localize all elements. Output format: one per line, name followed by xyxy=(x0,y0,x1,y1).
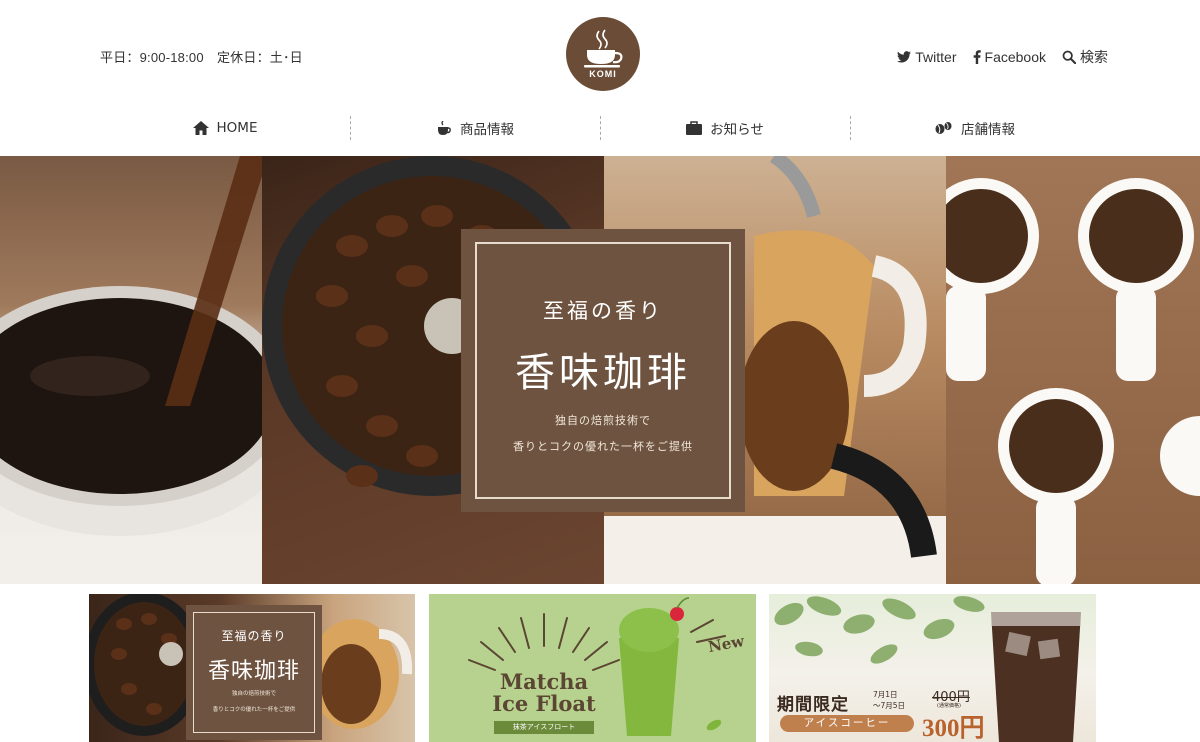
banner-text-box: 至福の香り 香味珈琲 独自の焙煎技術で 香りとコクの優れた一杯をご提供 xyxy=(186,605,322,740)
banner-kohmi-coffee[interactable]: 至福の香り 香味珈琲 独自の焙煎技術で 香りとコクの優れた一杯をご提供 xyxy=(89,594,415,742)
banner-description-line1: 独自の焙煎技術で xyxy=(231,691,276,697)
iced-coffee-glass xyxy=(991,612,1081,742)
search-icon xyxy=(1062,50,1076,64)
twitter-link[interactable]: Twitter xyxy=(897,47,957,67)
hero-text-box: 至福の香り 香味珈琲 独自の焙煎技術で 香りとコクの優れた一杯をご提供 xyxy=(461,229,745,512)
nav-item-products[interactable]: 商品情報 xyxy=(350,110,600,146)
hero-description-line2: 香りとコクの優れた一杯をご提供 xyxy=(513,440,693,453)
matcha-float-glass xyxy=(619,597,690,736)
banner-description-line2: 香りとコクの優れた一杯をご提供 xyxy=(212,707,296,713)
business-hours: 平日：9:00-18:00 定休日：土･日 xyxy=(100,50,303,65)
nav-item-label: 商品情報 xyxy=(460,122,514,138)
facebook-link[interactable]: Facebook xyxy=(973,47,1046,67)
banner-title: 香味珈琲 xyxy=(207,659,300,684)
nav-item-label: HOME xyxy=(216,120,258,136)
hero-photo-coffee-pour xyxy=(0,156,262,584)
site-header: 平日：9:00-18:00 定休日：土･日 KOMI Twitter Faceb… xyxy=(0,0,1200,105)
nav-item-news[interactable]: お知らせ xyxy=(600,110,850,146)
banner-subtitle-ribbon: 抹茶アイスフロート xyxy=(494,721,594,734)
facebook-label: Facebook xyxy=(984,49,1046,65)
nav-item-label: お知らせ xyxy=(710,122,764,138)
hero-subtitle: 至福の香り xyxy=(543,299,663,323)
logo-text: KOMI xyxy=(589,69,617,79)
leaves-decoration xyxy=(774,596,985,664)
social-links: Twitter Facebook 検索 xyxy=(897,47,1108,67)
nav-item-label: 店舗情報 xyxy=(961,122,1015,138)
main-nav: HOME 商品情報 お知らせ 店舗情報 xyxy=(100,110,1100,146)
bag-icon xyxy=(686,121,703,135)
period-end: ～7月5日 xyxy=(873,701,906,710)
sunburst-decoration xyxy=(468,613,620,671)
period-start: 7月1日 xyxy=(873,690,898,699)
search-link[interactable]: 検索 xyxy=(1062,47,1108,67)
sale-price: 300円 xyxy=(922,715,985,742)
banner-iced-coffee-sale[interactable]: 期間限定 7月1日 ～7月5日 400円 (通常価格) アイスコーヒー 300円 xyxy=(769,594,1096,742)
product-name-pill: アイスコーヒー xyxy=(780,715,914,732)
facebook-icon xyxy=(973,50,981,64)
twitter-label: Twitter xyxy=(915,49,957,65)
nav-item-store[interactable]: 店舗情報 xyxy=(850,110,1100,146)
banner-subtitle: 至福の香り xyxy=(221,629,287,643)
banner-title-line2: Ice Float xyxy=(492,691,596,716)
banner-matcha-ice-float[interactable]: Matcha Ice Float 抹茶アイスフロート New xyxy=(429,594,756,742)
coffee-cup-icon xyxy=(584,29,623,68)
limited-time-heading: 期間限定 xyxy=(777,695,849,715)
twitter-icon xyxy=(897,51,912,63)
nav-item-home[interactable]: HOME xyxy=(100,110,350,146)
hero-photo-coffee-scoops xyxy=(946,156,1200,584)
hero-description-line1: 独自の焙煎技術で xyxy=(555,414,651,427)
site-logo[interactable]: KOMI xyxy=(566,17,640,91)
hero-title: 香味珈琲 xyxy=(515,350,691,396)
cup-icon xyxy=(438,120,451,135)
beans-icon xyxy=(935,122,952,134)
search-label: 検索 xyxy=(1080,49,1108,65)
home-icon xyxy=(192,121,209,135)
